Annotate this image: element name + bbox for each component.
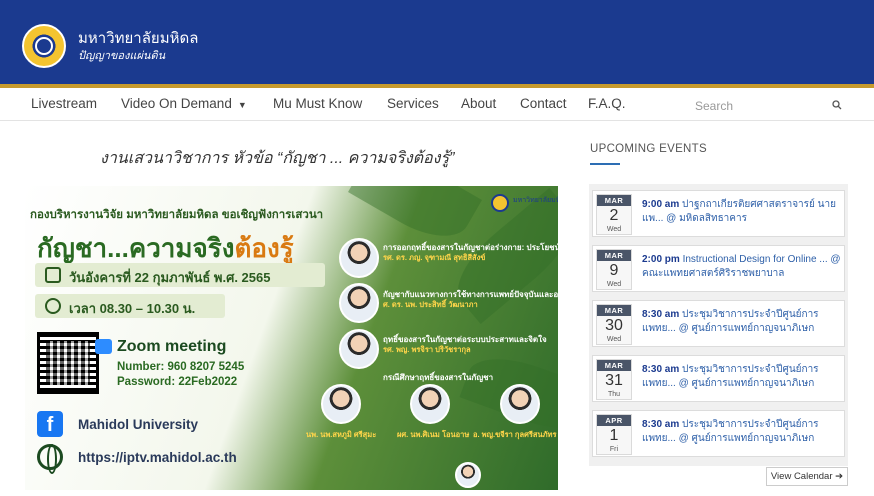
poster-organizer: กองบริหารงานวิจัย มหาวิทยาลัยมหิดล ขอเชิ…	[30, 209, 324, 221]
nav-video-on-demand[interactable]: Video On Demand ▼	[121, 96, 247, 111]
poster-date: วันอังคารที่ 22 กุมภาพันธ์ พ.ศ. 2565	[35, 263, 325, 287]
event-day: 1	[609, 427, 619, 444]
speaker-name: ศ. ดร. นพ. ประสิทธิ์ วัฒนาภา	[383, 300, 478, 309]
event-month: MAR	[597, 250, 631, 261]
qr-code	[37, 332, 99, 394]
speaker-name: รศ. ดร. ภญ. จุฑามณี สุทธิสีสังข์	[383, 253, 486, 262]
speaker-photo	[500, 384, 540, 424]
event-weekday: Thu	[607, 391, 621, 398]
speaker-photo	[410, 384, 450, 424]
zoom-title: Zoom meeting	[95, 338, 227, 356]
event-link[interactable]: 9:00 am ปาฐกถาเกียรติยศศาสตราจารย์ นายแพ…	[642, 198, 842, 228]
speaker-photo	[339, 283, 379, 323]
event-weekday: Wed	[606, 281, 622, 288]
event-weekday: Wed	[606, 336, 622, 343]
nav-video-on-demand-label: Video On Demand	[121, 96, 232, 111]
speaker-name: รศ. พญ. พรจิรา ปริวัชรากุล	[383, 345, 471, 354]
zoom-password: Password: 22Feb2022	[117, 376, 238, 388]
article-title: งานเสวนาวิชาการ หัวข้อ “กัญชา ... ความจร…	[100, 150, 455, 167]
event-day: 30	[605, 317, 623, 334]
search-input[interactable]	[681, 94, 851, 118]
event-month: MAR	[597, 360, 631, 371]
event-link[interactable]: 2:00 pm Instructional Design for Online …	[642, 253, 842, 283]
page: มหาวิทยาลัยมหิดล ปัญญาของแผ่นดิน Livestr…	[0, 0, 874, 496]
heading-underline	[590, 163, 620, 165]
event-item[interactable]: MAR 9 Wed 2:00 pm Instructional Design f…	[592, 245, 845, 292]
event-link[interactable]: 8:30 am ประชุมวิชาการประจำปีศูนย์การแพทย…	[642, 418, 842, 448]
site-subtitle: ปัญญาของแผ่นดิน	[78, 49, 166, 62]
event-day: 2	[609, 207, 619, 224]
poster-date-text: วันอังคารที่ 22 กุมภาพันธ์ พ.ศ. 2565	[69, 270, 271, 285]
event-item[interactable]: MAR 2 Wed 9:00 am ปาฐกถาเกียรติยศศาสตราจ…	[592, 190, 845, 237]
site-header: มหาวิทยาลัยมหิดล ปัญญาของแผ่นดิน	[0, 0, 874, 84]
event-link[interactable]: 8:30 am ประชุมวิชาการประจำปีศูนย์การแพทย…	[642, 308, 842, 338]
event-day: 31	[605, 372, 623, 389]
clock-icon	[45, 298, 61, 314]
event-date-badge: MAR 30 Wed	[596, 304, 632, 345]
event-month: MAR	[597, 195, 631, 206]
website-url: https://iptv.mahidol.ac.th	[78, 450, 237, 465]
search-box	[681, 94, 851, 118]
poster-headline-b: ต้องรู้	[234, 233, 294, 263]
nav-livestream[interactable]: Livestream	[31, 96, 97, 111]
facebook-page-name: Mahidol University	[78, 417, 199, 432]
moderator-photo	[455, 462, 481, 488]
video-camera-icon	[95, 339, 112, 354]
calendar-icon	[45, 267, 61, 283]
caret-down-icon: ▼	[237, 100, 247, 110]
event-time: 8:30 am	[642, 419, 680, 430]
main-nav: Livestream Video On Demand ▼ Mu Must Know…	[0, 84, 874, 121]
event-time: 9:00 am	[642, 199, 680, 210]
poster-time-text: เวลา 08.30 – 10.30 น.	[69, 301, 196, 316]
poster-seal-text: มหาวิทยาลัยมหิดล	[513, 197, 558, 204]
globe-icon	[37, 444, 63, 474]
event-weekday: Wed	[606, 226, 622, 233]
event-date-badge: MAR 31 Thu	[596, 359, 632, 400]
speaker-photo	[339, 329, 379, 369]
event-month: MAR	[597, 305, 631, 316]
search-icon[interactable]	[832, 100, 842, 110]
event-month: APR	[597, 415, 631, 426]
speaker-name: ผศ. นพ.ศิเนม โอนอาษ	[397, 430, 470, 439]
speaker-photo	[339, 238, 379, 278]
facebook-icon: f	[37, 411, 63, 437]
event-item[interactable]: MAR 30 Wed 8:30 am ประชุมวิชาการประจำปีศ…	[592, 300, 845, 347]
nav-about[interactable]: About	[461, 96, 496, 111]
event-poster-image: มหาวิทยาลัยมหิดล กองบริหารงานวิจัย มหาวิ…	[25, 186, 558, 490]
event-day: 9	[609, 262, 619, 279]
event-time: 8:30 am	[642, 364, 680, 375]
university-seal-logo[interactable]	[22, 24, 66, 68]
event-date-badge: MAR 2 Wed	[596, 194, 632, 235]
event-time: 8:30 am	[642, 309, 680, 320]
nav-contact[interactable]: Contact	[520, 96, 567, 111]
case-study-heading: กรณีศึกษาฤทธิ์ของสารในกัญชา	[383, 373, 494, 382]
speaker-name: นพ. นพ.สหภูมิ ศรีสุมะ	[306, 430, 377, 439]
poster-headline-a: กัญชา...ความจริง	[37, 233, 235, 263]
event-item[interactable]: APR 1 Fri 8:30 am ประชุมวิชาการประจำปีศู…	[592, 410, 845, 457]
event-time: 2:00 pm	[642, 254, 680, 265]
speaker-name: อ. พญ.ขจีรา กุลศรีสนภัทร	[473, 430, 557, 439]
nav-services[interactable]: Services	[387, 96, 439, 111]
nav-faq[interactable]: F.A.Q.	[588, 96, 626, 111]
event-date-badge: MAR 9 Wed	[596, 249, 632, 290]
event-link[interactable]: 8:30 am ประชุมวิชาการประจำปีศูนย์การแพทย…	[642, 363, 842, 393]
poster-time: เวลา 08.30 – 10.30 น.	[35, 294, 225, 318]
upcoming-events-heading: UPCOMING EVENTS	[590, 143, 707, 155]
poster-seal-logo	[491, 194, 509, 212]
event-item[interactable]: MAR 31 Thu 8:30 am ประชุมวิชาการประจำปีศ…	[592, 355, 845, 402]
nav-mu-must-know[interactable]: Mu Must Know	[273, 96, 362, 111]
event-date-badge: APR 1 Fri	[596, 414, 632, 455]
events-list: MAR 2 Wed 9:00 am ปาฐกถาเกียรติยศศาสตราจ…	[589, 184, 848, 466]
view-calendar-button[interactable]: View Calendar ➔	[766, 467, 848, 486]
zoom-number: Number: 960 8207 5245	[117, 361, 245, 373]
zoom-title-text: Zoom meeting	[117, 338, 227, 355]
speaker-photo	[321, 384, 361, 424]
event-weekday: Fri	[609, 446, 619, 453]
